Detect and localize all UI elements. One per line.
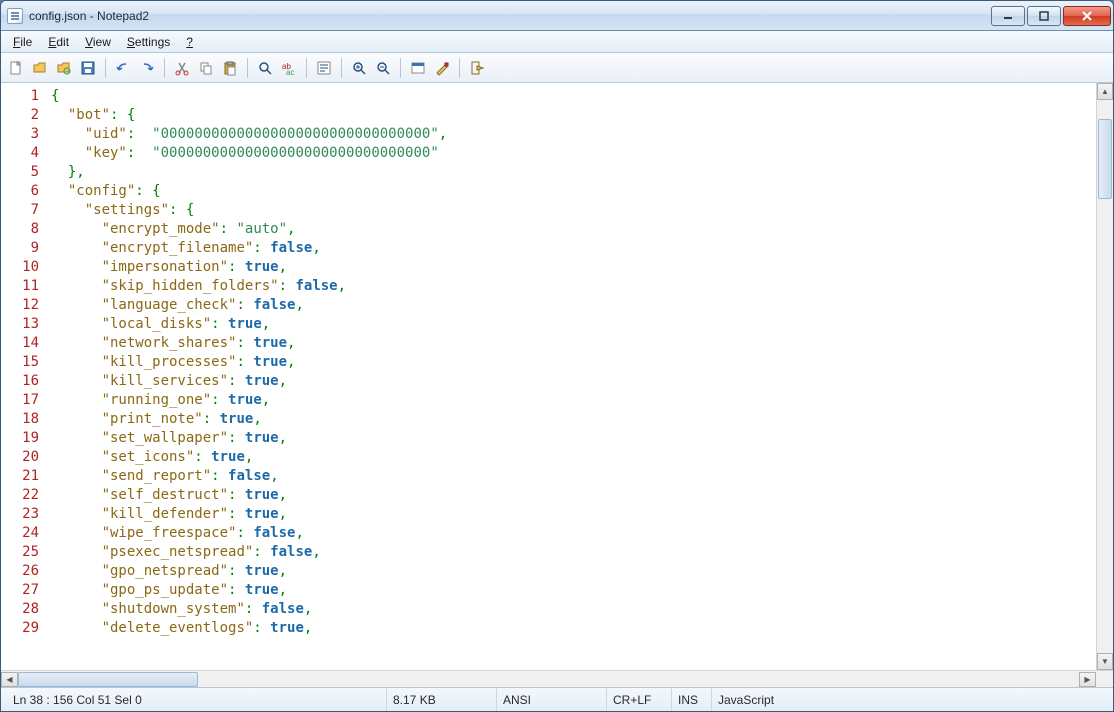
toolbar-separator: [400, 58, 401, 78]
replace-icon[interactable]: abac: [278, 57, 300, 79]
toolbar-separator: [247, 58, 248, 78]
undo-icon[interactable]: [112, 57, 134, 79]
scroll-right-icon[interactable]: ▶: [1079, 672, 1096, 687]
new-file-icon[interactable]: [5, 57, 27, 79]
toolbar: abac: [1, 53, 1113, 83]
redo-icon[interactable]: [136, 57, 158, 79]
code-area[interactable]: { "bot": { "uid": "000000000000000000000…: [47, 83, 1096, 670]
paste-icon[interactable]: [219, 57, 241, 79]
scheme-icon[interactable]: [407, 57, 429, 79]
status-insert-mode[interactable]: INS: [672, 688, 712, 711]
menu-view[interactable]: View: [77, 33, 119, 51]
window-title: config.json - Notepad2: [29, 9, 991, 23]
statusbar: Ln 38 : 156 Col 51 Sel 0 8.17 KB ANSI CR…: [1, 687, 1113, 711]
close-button[interactable]: [1063, 6, 1111, 26]
horizontal-scrollbar[interactable]: ◀ ▶: [1, 670, 1113, 687]
menu-file[interactable]: File: [5, 33, 40, 51]
vertical-scroll-thumb[interactable]: [1098, 119, 1112, 199]
toolbar-separator: [459, 58, 460, 78]
vertical-scrollbar[interactable]: ▲ ▼: [1096, 83, 1113, 670]
scroll-corner: [1096, 672, 1113, 687]
zoom-in-icon[interactable]: [348, 57, 370, 79]
app-window: config.json - Notepad2 File Edit View Se…: [0, 0, 1114, 712]
toolbar-separator: [341, 58, 342, 78]
toolbar-separator: [306, 58, 307, 78]
status-filesize: 8.17 KB: [387, 688, 497, 711]
zoom-out-icon[interactable]: [372, 57, 394, 79]
save-icon[interactable]: [77, 57, 99, 79]
wordwrap-icon[interactable]: [313, 57, 335, 79]
menubar: File Edit View Settings ?: [1, 31, 1113, 53]
cut-icon[interactable]: [171, 57, 193, 79]
editor: 1234567891011121314151617181920212223242…: [1, 83, 1113, 687]
scroll-up-icon[interactable]: ▲: [1097, 83, 1113, 100]
scroll-down-icon[interactable]: ▼: [1097, 653, 1113, 670]
maximize-button[interactable]: [1027, 6, 1061, 26]
menu-help[interactable]: ?: [178, 33, 201, 51]
status-eol[interactable]: CR+LF: [607, 688, 672, 711]
status-encoding[interactable]: ANSI: [497, 688, 607, 711]
horizontal-scroll-thumb[interactable]: [18, 672, 198, 687]
browse-icon[interactable]: [53, 57, 75, 79]
scroll-left-icon[interactable]: ◀: [1, 672, 18, 687]
toolbar-separator: [105, 58, 106, 78]
copy-icon[interactable]: [195, 57, 217, 79]
editor-body: 1234567891011121314151617181920212223242…: [1, 83, 1113, 670]
line-number-gutter: 1234567891011121314151617181920212223242…: [1, 83, 47, 670]
status-position: Ln 38 : 156 Col 51 Sel 0: [7, 688, 387, 711]
find-icon[interactable]: [254, 57, 276, 79]
open-file-icon[interactable]: [29, 57, 51, 79]
titlebar[interactable]: config.json - Notepad2: [1, 1, 1113, 31]
window-controls: [991, 6, 1111, 26]
horizontal-scroll-track[interactable]: [18, 672, 1079, 687]
toolbar-separator: [164, 58, 165, 78]
svg-text:ac: ac: [286, 68, 294, 76]
menu-settings[interactable]: Settings: [119, 33, 178, 51]
customize-icon[interactable]: [431, 57, 453, 79]
menu-edit[interactable]: Edit: [40, 33, 77, 51]
exit-icon[interactable]: [466, 57, 488, 79]
status-language[interactable]: JavaScript: [712, 688, 1107, 711]
app-icon: [7, 8, 23, 24]
minimize-button[interactable]: [991, 6, 1025, 26]
